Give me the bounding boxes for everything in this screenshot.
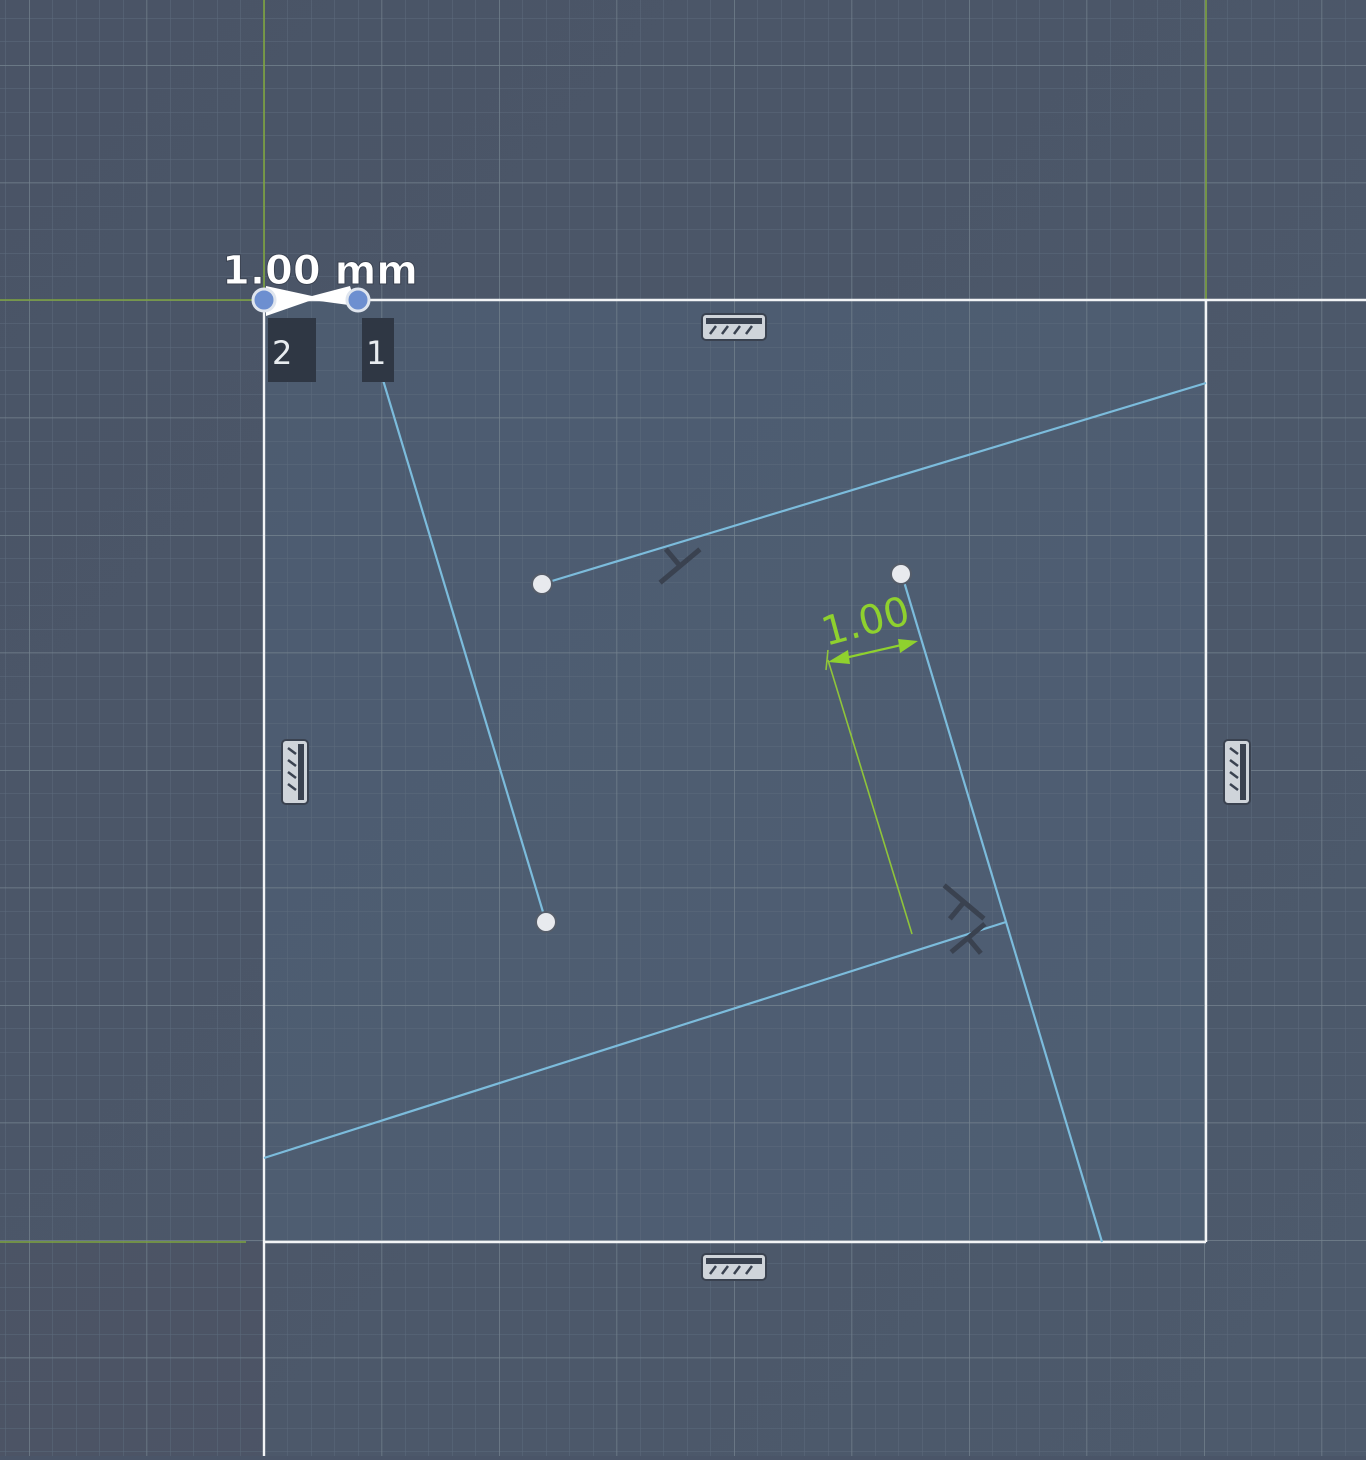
point-badge-1: 1	[362, 318, 394, 382]
major-grid	[0, 0, 1366, 1456]
horizontal-constraint-icon[interactable]	[701, 313, 767, 341]
sketch-point-icon[interactable]	[890, 563, 912, 585]
vertical-constraint-icon[interactable]	[281, 739, 309, 805]
sketch-viewport[interactable]: 1.00 1.00 mm 2 1	[0, 0, 1366, 1456]
sketch-canvas[interactable]: 1.00 1.00 mm 2 1	[0, 0, 1366, 1456]
dimension-value-label[interactable]: 1.00 mm	[222, 248, 419, 295]
point-badge-2: 2	[268, 318, 316, 382]
sketch-point-icon[interactable]	[535, 911, 557, 933]
svg-text:1: 1	[366, 334, 386, 372]
vertical-constraint-icon[interactable]	[1223, 739, 1251, 805]
svg-text:2: 2	[272, 334, 292, 372]
horizontal-constraint-icon[interactable]	[701, 1253, 767, 1281]
sketch-point-icon[interactable]	[531, 573, 553, 595]
